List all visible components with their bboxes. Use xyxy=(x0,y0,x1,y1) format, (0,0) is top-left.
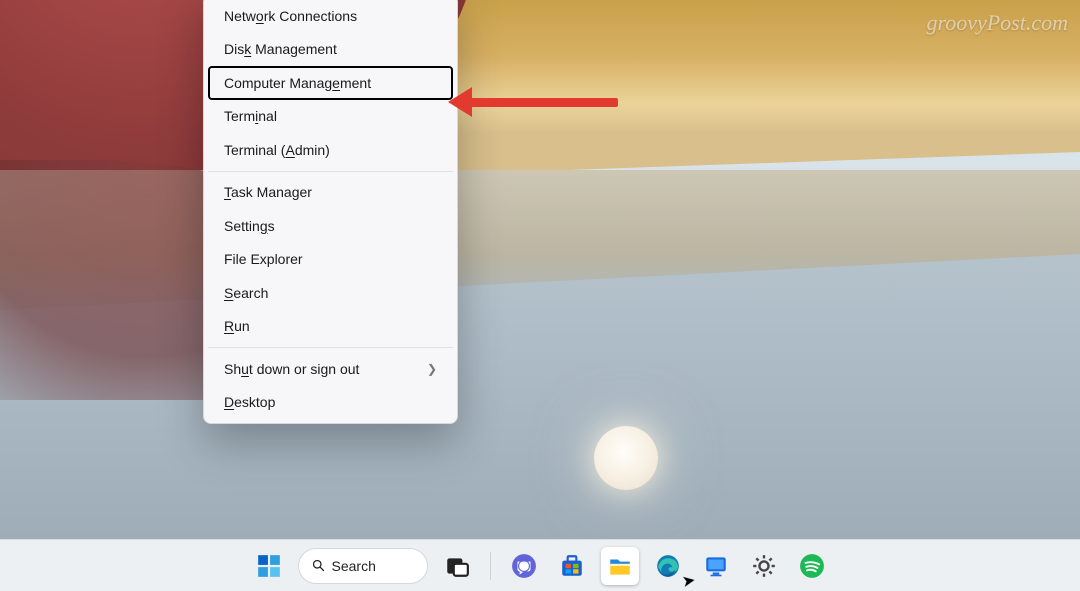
menu-item-network-connections[interactable]: Network Connections xyxy=(208,0,453,33)
chevron-right-icon: ❯ xyxy=(427,362,437,376)
menu-item-file-explorer[interactable]: File Explorer xyxy=(208,243,453,277)
settings-icon-glyph xyxy=(751,553,777,579)
desktop-wallpaper xyxy=(0,0,1080,591)
menu-item-disk-management[interactable]: Disk Management xyxy=(208,33,453,67)
monitor-app-icon[interactable] xyxy=(697,547,735,585)
menu-item-label: Task Manager xyxy=(224,184,312,200)
monitor-app-icon-glyph xyxy=(703,553,729,579)
menu-item-desktop[interactable]: Desktop xyxy=(208,386,453,420)
menu-separator xyxy=(208,347,453,348)
teams-icon[interactable] xyxy=(505,547,543,585)
menu-item-label: Settings xyxy=(224,218,275,234)
menu-item-shut-down-or-sign-out[interactable]: Shut down or sign out ❯ xyxy=(208,352,453,386)
menu-item-terminal-admin[interactable]: Terminal (Admin) xyxy=(208,133,453,167)
file-explorer-icon[interactable] xyxy=(601,547,639,585)
menu-item-label: Terminal xyxy=(224,108,277,124)
menu-item-label: Terminal (Admin) xyxy=(224,142,330,158)
start-button[interactable] xyxy=(250,547,288,585)
file-explorer-icon-glyph xyxy=(607,553,633,579)
search-icon xyxy=(311,558,326,573)
task-view-button[interactable] xyxy=(438,547,476,585)
menu-item-computer-management[interactable]: Computer Management xyxy=(208,66,453,100)
menu-item-label: Computer Management xyxy=(224,75,371,91)
taskbar-divider xyxy=(490,552,491,580)
menu-item-search[interactable]: Search xyxy=(208,276,453,310)
watermark-text: groovyPost.com xyxy=(926,10,1068,36)
settings-icon[interactable] xyxy=(745,547,783,585)
spotify-icon[interactable] xyxy=(793,547,831,585)
task-view-button-glyph xyxy=(444,553,470,579)
edge-icon-glyph xyxy=(655,553,681,579)
menu-item-run[interactable]: Run xyxy=(208,310,453,344)
menu-item-label: Disk Management xyxy=(224,41,337,57)
start-button-glyph xyxy=(256,553,282,579)
menu-item-task-manager[interactable]: Task Manager xyxy=(208,176,453,210)
menu-item-settings[interactable]: Settings xyxy=(208,209,453,243)
menu-item-label: File Explorer xyxy=(224,251,303,267)
menu-item-label: Shut down or sign out xyxy=(224,361,359,377)
menu-item-terminal[interactable]: Terminal xyxy=(208,100,453,134)
menu-item-label: Run xyxy=(224,318,250,334)
menu-item-label: Network Connections xyxy=(224,8,357,24)
spotify-icon-glyph xyxy=(799,553,825,579)
microsoft-store-icon[interactable] xyxy=(553,547,591,585)
menu-item-label: Desktop xyxy=(224,394,275,410)
microsoft-store-icon-glyph xyxy=(559,553,585,579)
winx-context-menu[interactable]: Network Connections Disk Management Comput… xyxy=(203,0,458,424)
moon-reflection xyxy=(594,426,658,490)
taskbar: Search xyxy=(0,539,1080,591)
search-label: Search xyxy=(332,558,376,574)
teams-icon-glyph xyxy=(511,553,537,579)
search-pill[interactable]: Search xyxy=(298,548,428,584)
menu-separator xyxy=(208,171,453,172)
menu-item-label: Search xyxy=(224,285,268,301)
